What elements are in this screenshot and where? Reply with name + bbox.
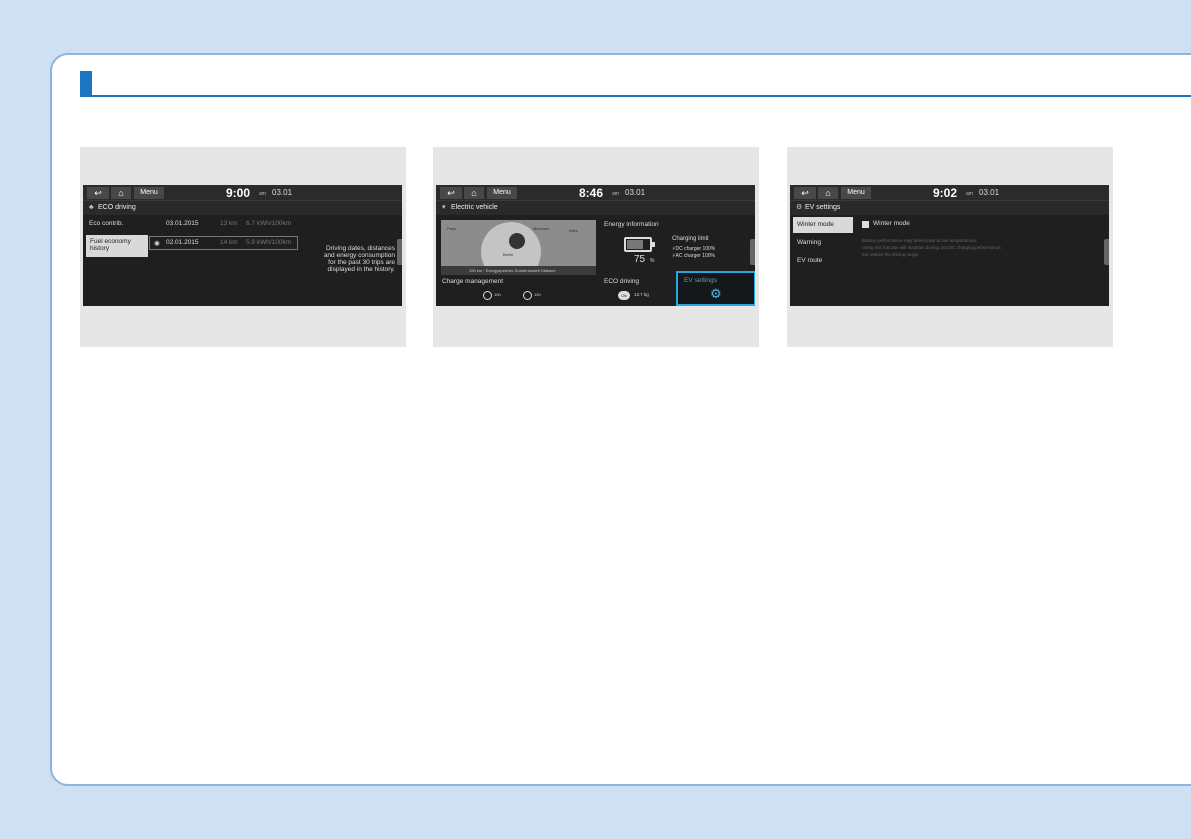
- screenshot-frame-electric-vehicle: ↩ ⌂ Menu 8:46 am 03.01 ▾ Electric vehicle…: [433, 147, 759, 347]
- title-marker: [80, 71, 92, 97]
- ac-limit-text: AC charger 100%: [675, 253, 715, 259]
- eco-badge: Ob: [618, 291, 630, 300]
- winter-mode-description: Battery performance may deteriorate at l…: [862, 237, 1002, 258]
- charge-time-1: 10h: [494, 292, 501, 297]
- side-handle[interactable]: [750, 239, 755, 265]
- screen-title: ECO driving: [98, 204, 136, 211]
- eco-value: 13.7 kg: [634, 292, 649, 297]
- map-label: Berlin: [503, 252, 514, 257]
- row-economy: 5.9 kWh/100km: [246, 239, 292, 246]
- clock-date: 03.01: [625, 188, 646, 197]
- clock-icon: [523, 291, 532, 300]
- screen-header: ♣ ECO driving: [83, 201, 402, 215]
- battery-tip: [652, 242, 655, 247]
- row-distance: 13 km: [220, 220, 238, 227]
- row-date: 03.01.2015: [166, 220, 199, 227]
- battery-icon: [624, 237, 655, 252]
- section-title-bar: [80, 71, 1191, 97]
- row-economy: 6.7 kWh/100km: [246, 220, 292, 227]
- note-line: and energy consumption: [323, 252, 395, 259]
- navigation-map[interactable]: Paris München Wien Berlin 150 km · Energ…: [441, 220, 596, 275]
- screen-eco-driving: ↩ ⌂ Menu 9:00 am 03.01 ♣ ECO driving Eco …: [83, 185, 402, 306]
- row-date: 02.01.2015: [166, 239, 199, 246]
- screen-title: EV settings: [805, 204, 841, 211]
- ev-settings-tile[interactable]: EV settings ⚙: [676, 271, 755, 306]
- description-line: but reduce the driving range.: [862, 252, 920, 257]
- eco-leaf-icon: ♣: [89, 204, 94, 211]
- screenshot-frame-ev-settings: ↩ ⌂ Menu 9:02 am 03.01 ⚙ EV settings Wint…: [787, 147, 1113, 347]
- menu-button[interactable]: Menu: [487, 187, 517, 199]
- clock-time: 8:46: [579, 186, 604, 200]
- status-bar: ↩ ⌂ Menu 8:46 am 03.01: [436, 185, 755, 201]
- clock-date: 03.01: [272, 188, 293, 197]
- menu-button[interactable]: Menu: [841, 187, 871, 199]
- row-distance: 14 km: [220, 239, 238, 246]
- route-text: 150 km · Energyspeicher-Sondermodell Old…: [469, 268, 556, 273]
- screen-header: ▾ Electric vehicle: [436, 201, 755, 215]
- battery-unit: %: [650, 258, 655, 264]
- screen-header: ⚙ EV settings: [790, 201, 1109, 215]
- status-bar: ↩ ⌂ Menu 9:02 am 03.01: [790, 185, 1109, 201]
- battery-percent: 75: [634, 254, 646, 265]
- home-icon[interactable]: ⌂: [818, 187, 838, 199]
- sidebar-item-eco-contrib[interactable]: Eco contrib.: [89, 220, 123, 227]
- ac-charger-limit: ⚡AC charger 100%: [672, 253, 715, 259]
- sidebar-item-winter-mode[interactable]: Winter mode: [793, 217, 853, 233]
- clock-ampm: am: [966, 191, 973, 197]
- menu-button[interactable]: Menu: [134, 187, 164, 199]
- clock-date: 03.01: [979, 188, 1000, 197]
- note-line: displayed in the history.: [327, 266, 395, 273]
- charging-limit-title: Charging limit: [672, 236, 709, 242]
- winter-mode-checkbox[interactable]: [862, 221, 869, 228]
- status-bar: ↩ ⌂ Menu 9:00 am 03.01: [83, 185, 402, 201]
- dc-limit-text: DC charger 100%: [675, 246, 716, 252]
- home-icon[interactable]: ⌂: [111, 187, 131, 199]
- winter-mode-label: Winter mode: [873, 220, 910, 227]
- map-label: Paris: [447, 226, 457, 231]
- ev-car-icon: ▾: [442, 204, 446, 211]
- description-line: Using this function will maintain drivin…: [862, 245, 1002, 250]
- back-arrow-icon[interactable]: ↩: [87, 187, 109, 199]
- back-arrow-icon[interactable]: ↩: [794, 187, 816, 199]
- charge-management-title[interactable]: Charge management: [442, 278, 503, 285]
- car-position-icon: [509, 233, 525, 249]
- route-info-strip: 150 km · Energyspeicher-Sondermodell Old…: [441, 266, 596, 275]
- clock-time: 9:02: [933, 186, 958, 200]
- note-line: for the past 30 trips are: [328, 259, 395, 266]
- settings-icon: ⚙: [796, 204, 803, 211]
- sidebar-item-warning[interactable]: Warning: [797, 239, 821, 246]
- sidebar-item-ev-route[interactable]: EV route: [797, 257, 822, 264]
- clock-time: 9:00: [226, 186, 251, 200]
- clock-icon: [483, 291, 492, 300]
- side-handle[interactable]: [397, 239, 402, 265]
- history-note: Driving dates, distances and energy cons…: [315, 245, 395, 273]
- home-icon[interactable]: ⌂: [464, 187, 484, 199]
- energy-info-title: Energy information: [604, 221, 659, 228]
- dc-charger-limit: ⚡DC charger 100%: [672, 246, 715, 252]
- battery-fill: [627, 240, 643, 249]
- clock-ampm: am: [259, 191, 266, 197]
- screenshot-frame-eco-driving: ↩ ⌂ Menu 9:00 am 03.01 ♣ ECO driving Eco …: [80, 147, 406, 347]
- description-line: Battery performance may deteriorate at l…: [862, 238, 978, 243]
- eco-driving-title[interactable]: ECO driving: [604, 278, 639, 285]
- note-line: Driving dates, distances: [325, 245, 395, 252]
- map-label: Wien: [569, 228, 579, 233]
- back-arrow-icon[interactable]: ↩: [440, 187, 462, 199]
- charge-time-2: 12h: [534, 292, 541, 297]
- sidebar-item-fuel-economy-history[interactable]: Fuel economy history: [86, 235, 148, 257]
- screen-electric-vehicle: ↩ ⌂ Menu 8:46 am 03.01 ▾ Electric vehicle…: [436, 185, 755, 306]
- clock-ampm: am: [612, 191, 619, 197]
- radio-icon[interactable]: ◉: [154, 239, 160, 247]
- map-label: München: [533, 226, 550, 231]
- ev-settings-title: EV settings: [684, 277, 717, 284]
- side-handle[interactable]: [1104, 239, 1109, 265]
- screen-title: Electric vehicle: [451, 204, 498, 211]
- screen-ev-settings: ↩ ⌂ Menu 9:02 am 03.01 ⚙ EV settings Wint…: [790, 185, 1109, 306]
- gear-icon: ⚙: [710, 286, 722, 301]
